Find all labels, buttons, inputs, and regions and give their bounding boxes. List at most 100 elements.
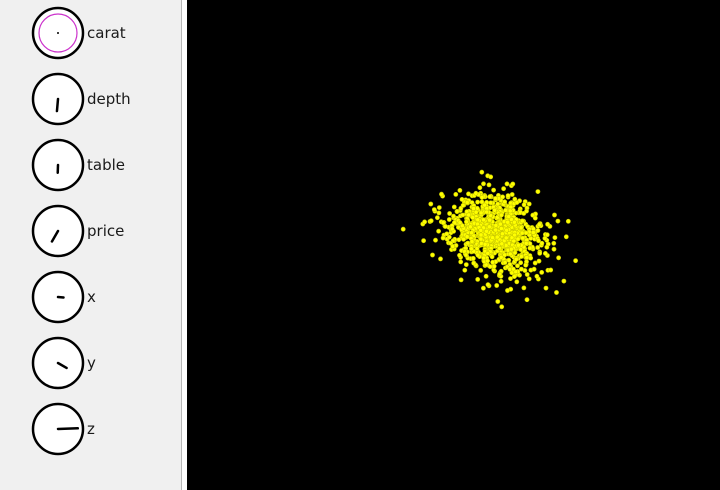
data-point [477, 185, 483, 191]
data-point [543, 285, 549, 291]
variable-item-y[interactable]: y [31, 336, 171, 390]
data-point [463, 262, 469, 267]
data-point [515, 236, 521, 242]
data-point [487, 264, 493, 269]
data-point [561, 278, 567, 284]
data-point [457, 252, 462, 258]
variable-item-table[interactable]: table [31, 138, 171, 192]
data-point [400, 226, 406, 232]
variable-item-depth[interactable]: depth [31, 72, 171, 126]
dial-icon-carat[interactable] [31, 6, 85, 60]
data-point [555, 218, 561, 224]
data-point [482, 241, 488, 247]
data-point [484, 209, 490, 215]
variable-item-carat[interactable]: carat [31, 6, 171, 60]
data-point [515, 242, 521, 248]
data-point [499, 304, 505, 310]
data-point [479, 194, 485, 200]
data-point [523, 240, 529, 246]
data-point [462, 267, 468, 273]
data-point [518, 225, 524, 231]
data-point [446, 217, 452, 222]
data-point [542, 250, 548, 256]
data-point [471, 206, 476, 211]
data-point [475, 252, 481, 258]
data-point [454, 208, 460, 214]
variable-label-depth: depth [87, 90, 131, 108]
data-point [475, 217, 481, 223]
data-point [497, 221, 503, 227]
data-point [503, 235, 509, 241]
dial-icon-x[interactable] [31, 270, 85, 324]
variable-item-price[interactable]: price [31, 204, 171, 258]
data-point [486, 224, 492, 230]
data-point [496, 245, 502, 251]
data-point [523, 230, 529, 236]
data-point [535, 245, 541, 250]
data-point [436, 228, 441, 234]
dial-icon-table[interactable] [31, 138, 85, 192]
data-point [485, 250, 491, 256]
data-point [488, 200, 494, 206]
dial-icon-y[interactable] [31, 336, 85, 390]
data-point [438, 256, 443, 262]
data-point [499, 241, 505, 247]
dial-icon-depth[interactable] [31, 72, 85, 126]
data-point [473, 190, 479, 196]
data-point [511, 274, 517, 279]
data-point [502, 199, 508, 205]
data-point [436, 210, 442, 216]
scatter-plot-area[interactable] [187, 0, 720, 490]
data-point [507, 208, 513, 214]
data-point [518, 266, 524, 272]
data-point [535, 228, 541, 233]
data-point [490, 259, 496, 265]
variable-label-z: z [87, 420, 95, 438]
data-point [422, 219, 427, 225]
data-point [494, 283, 500, 288]
data-point [483, 273, 489, 279]
data-point [530, 230, 536, 235]
data-point [471, 260, 477, 266]
data-point [511, 238, 517, 244]
data-point [523, 262, 529, 268]
data-point [478, 210, 484, 216]
data-point [436, 205, 442, 210]
data-point [421, 238, 426, 244]
data-point [475, 199, 480, 205]
data-point [508, 204, 514, 210]
data-point [524, 208, 529, 214]
data-point [495, 299, 501, 304]
variable-item-z[interactable]: z [31, 402, 171, 456]
data-point [497, 271, 502, 277]
data-point [457, 220, 463, 225]
data-point [449, 226, 455, 232]
data-point [428, 201, 434, 207]
data-point [447, 211, 452, 216]
data-point [506, 214, 512, 219]
data-point [536, 258, 542, 264]
data-point [495, 201, 501, 207]
data-point [554, 290, 559, 295]
data-point [499, 231, 505, 237]
data-point [499, 212, 504, 218]
data-point [478, 227, 484, 233]
data-point [431, 207, 437, 212]
data-point [481, 255, 486, 261]
data-point [521, 202, 527, 208]
data-point [527, 245, 533, 251]
data-point [442, 224, 448, 229]
data-point [536, 222, 542, 228]
data-point [491, 263, 497, 269]
variable-label-x: x [87, 288, 96, 306]
data-point [519, 230, 525, 236]
data-point [526, 276, 532, 282]
dial-icon-price[interactable] [31, 204, 85, 258]
data-point [505, 219, 511, 225]
data-point [509, 192, 515, 197]
dial-icon-z[interactable] [31, 402, 85, 456]
data-point [507, 251, 513, 257]
variable-item-x[interactable]: x [31, 270, 171, 324]
variable-label-y: y [87, 354, 96, 372]
variable-label-table: table [87, 156, 125, 174]
